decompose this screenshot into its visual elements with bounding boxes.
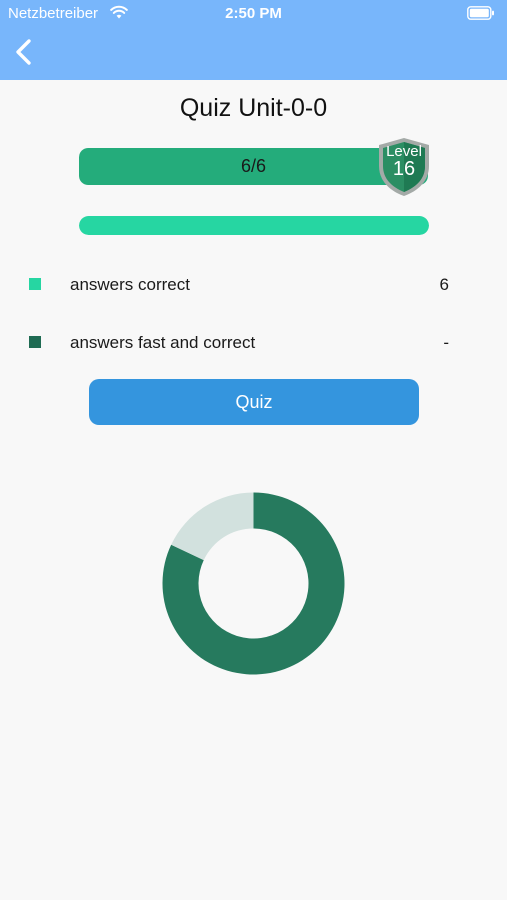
- battery-icon: [467, 6, 494, 20]
- legend-swatch-fast-correct: [29, 336, 41, 348]
- navigation-bar: Netzbetreiber 2:50 PM: [0, 0, 507, 80]
- secondary-progress-bar: [79, 216, 429, 235]
- level-number: 16: [392, 158, 416, 180]
- donut-chart: [162, 492, 345, 675]
- stat-label-correct: answers correct: [70, 275, 190, 294]
- stat-row-fast-correct: answers fast and correct -: [0, 328, 507, 358]
- donut-slice-1: [171, 492, 254, 561]
- clock: 2:50 PM: [225, 5, 282, 22]
- back-button[interactable]: [10, 36, 38, 68]
- page-title: Quiz Unit-0-0: [179, 94, 328, 122]
- stat-value-fast-correct: -: [443, 333, 449, 352]
- legend-swatch-correct: [29, 278, 41, 290]
- level-badge: Level 16: [376, 136, 432, 198]
- status-bar: Netzbetreiber 2:50 PM: [0, 0, 507, 28]
- stat-row-correct: answers correct 6: [0, 270, 507, 300]
- stat-value-correct: 6: [439, 275, 449, 294]
- stat-label-fast-correct: answers fast and correct: [70, 333, 256, 352]
- secondary-progress-fill: [79, 216, 429, 235]
- quiz-button[interactable]: Quiz: [89, 379, 419, 425]
